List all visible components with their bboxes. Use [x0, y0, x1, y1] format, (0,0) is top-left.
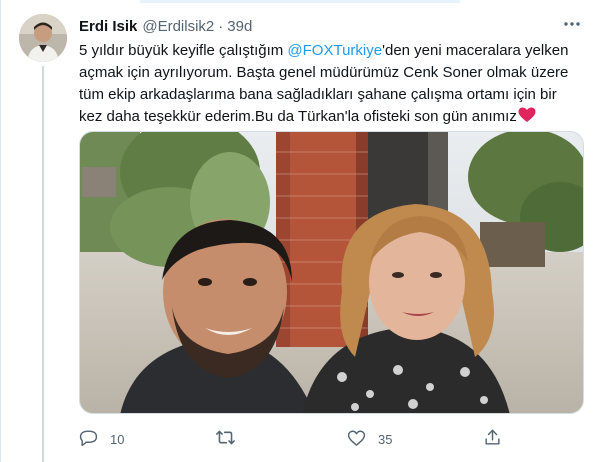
more-horizontal-icon: [563, 15, 581, 38]
tweet-text-segment: 'den yeni maceralara yelken: [382, 42, 569, 59]
tweet-timestamp[interactable]: 39d: [227, 18, 252, 35]
reply-icon: [79, 428, 98, 450]
author-display-name[interactable]: Erdi Isik: [79, 18, 137, 35]
tweet-text-segment: 5 yıldır büyük keyifle çalıştığım: [79, 42, 288, 59]
share-icon: [483, 428, 502, 450]
tweet-text-line-2: açmak için ayrılıyorum. Başta genel müdü…: [79, 64, 569, 81]
more-options-button[interactable]: [561, 16, 583, 36]
share-button[interactable]: [483, 428, 514, 450]
tweet-text-line-1: 5 yıldır büyük keyifle çalıştığım @FOXTu…: [79, 40, 579, 62]
retweet-icon: [215, 428, 236, 450]
like-icon: [347, 429, 366, 450]
tweet-text-segment: kez daha teşekkür ederim.Bu da Türkan'la…: [79, 108, 517, 125]
like-count: 35: [378, 431, 393, 447]
thread-connector-line: [42, 66, 44, 462]
tweet-photo[interactable]: [79, 131, 584, 414]
timeline-left-border: [0, 0, 1, 462]
tweet-header: Erdi Isik @Erdilsik2 · 39d: [79, 16, 252, 36]
reply-count: 10: [110, 431, 125, 447]
tweet-text-line-4: kez daha teşekkür ederim.Bu da Türkan'la…: [79, 106, 579, 130]
tweet-text: 5 yıldır büyük keyifle çalıştığım @FOXTu…: [79, 40, 579, 130]
author-handle[interactable]: @Erdilsik2: [142, 18, 214, 35]
tweet-actions: 10 35: [79, 428, 519, 450]
header-separator: ·: [218, 17, 224, 35]
mention-link[interactable]: @FOXTurkiye: [287, 42, 382, 59]
reply-button[interactable]: 10: [79, 428, 124, 450]
top-highlight-bar: [140, 0, 460, 3]
tweet-text-line-3: tüm ekip arkadaşlarıma bana sağladıkları…: [79, 86, 557, 103]
avatar[interactable]: [19, 14, 67, 62]
photo-trees-right: [468, 132, 583, 267]
red-heart-emoji-icon: [518, 107, 536, 130]
like-button[interactable]: 35: [347, 428, 392, 450]
retweet-button[interactable]: [215, 428, 248, 450]
